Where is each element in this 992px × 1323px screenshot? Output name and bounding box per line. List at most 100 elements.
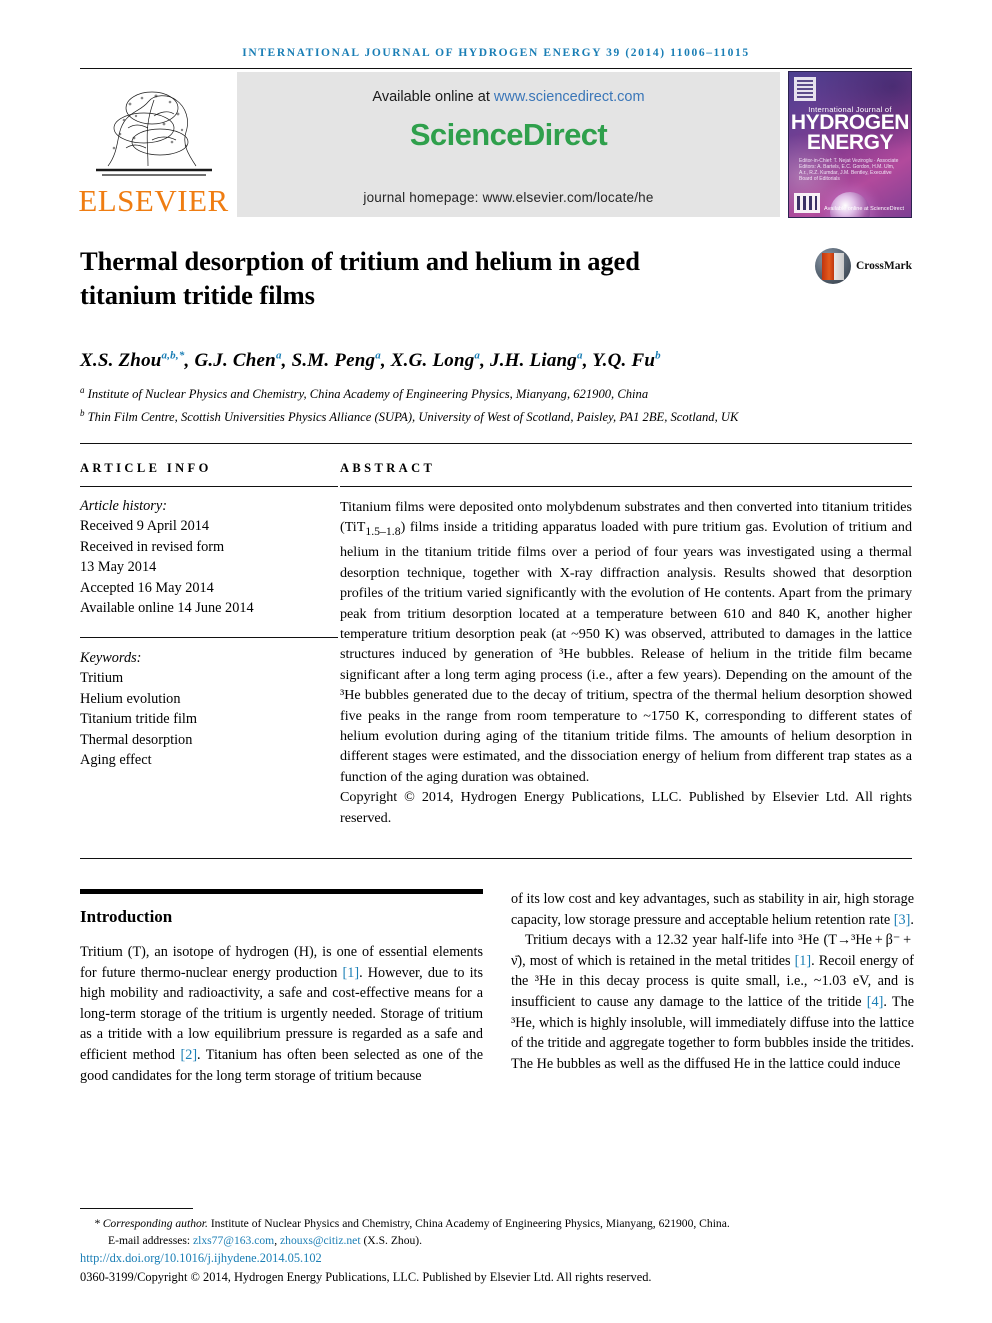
history-item: Received in revised form: [80, 538, 225, 555]
body-paragraph: of its low cost and key advantages, such…: [511, 889, 914, 930]
history-item: 13 May 2014: [80, 559, 157, 576]
cover-big-title: HYDROGEN ENERGY: [789, 111, 911, 154]
author-5: J.H. Lianga: [490, 350, 583, 372]
page-title: Thermal desorption of tritium and helium…: [80, 246, 640, 310]
available-online-text: Available online at www.sciencedirect.co…: [372, 89, 644, 105]
cover-footer: Available online at ScienceDirect: [794, 193, 906, 213]
keywords-block: Keywords: Tritium Helium evolution Titan…: [80, 638, 338, 771]
author-3-sup: a: [375, 350, 381, 362]
keyword-item: Titanium tritide film: [80, 711, 198, 728]
body-paragraph: Tritium (T), an isotope of hydrogen (H),…: [80, 942, 483, 1086]
abstract-heading: ABSTRACT: [340, 460, 436, 475]
sciencedirect-logo: ScienceDirect: [409, 117, 608, 152]
sciencedirect-link[interactable]: www.sciencedirect.com: [494, 89, 645, 105]
title-row: Thermal desorption of tritium and helium…: [80, 244, 912, 312]
doi-link[interactable]: http://dx.doi.org/10.1016/j.ijhydene.201…: [80, 1251, 912, 1266]
crossmark-icon: [814, 248, 851, 284]
issn-copyright-line: 0360-3199/Copyright © 2014, Hydrogen Ene…: [80, 1270, 652, 1284]
abstract-copyright: Copyright © 2014, Hydrogen Energy Public…: [340, 789, 912, 826]
cover-sciencedirect-mark: Available online at ScienceDirect: [824, 206, 904, 212]
introduction-text-left: Tritium (T), an isotope of hydrogen (H),…: [80, 942, 483, 1086]
email-link-1[interactable]: zlxs77@163.com: [193, 1234, 274, 1247]
affiliation-a-marker: a: [80, 385, 85, 396]
history-item: Accepted 16 May 2014: [80, 579, 214, 596]
keyword-item: Tritium: [80, 670, 124, 687]
affiliations: a Institute of Nuclear Physics and Chemi…: [80, 381, 912, 425]
history-item: Received 9 April 2014: [80, 518, 210, 535]
running-head: International Journal of Hydrogen Energy…: [242, 47, 750, 59]
affiliation-b-marker: b: [80, 407, 85, 418]
affiliation-a-text: Institute of Nuclear Physics and Chemist…: [87, 387, 649, 402]
introduction-text-right: of its low cost and key advantages, such…: [511, 889, 914, 1074]
sciencedirect-panel: Available online at www.sciencedirect.co…: [237, 72, 780, 217]
author-1: X.S. Zhoua,b,*: [80, 350, 185, 372]
email-label: E-mail addresses:: [108, 1233, 193, 1247]
citation-4[interactable]: [4]: [867, 994, 884, 1010]
page-footer: * Corresponding author. Institute of Nuc…: [80, 1208, 912, 1285]
history-item: Available online 14 June 2014: [80, 600, 254, 617]
author-4-sup: a: [474, 350, 481, 362]
article-info-heading: ARTICLE INFO: [80, 460, 212, 475]
corresponding-label: Corresponding author.: [102, 1217, 208, 1230]
corresponding-address: Institute of Nuclear Physics and Chemist…: [207, 1217, 730, 1230]
citation-1b[interactable]: [1]: [795, 953, 812, 969]
affiliation-b-text: Thin Film Centre, Scottish Universities …: [87, 409, 739, 424]
abstract-paragraph: Titanium films were deposited onto molyb…: [340, 497, 912, 788]
cover-title-line-2: ENERGY: [806, 131, 894, 154]
journal-cover-thumbnail: International Journal of HYDROGEN ENERGY…: [788, 71, 912, 218]
affiliation-b: b Thin Film Centre, Scottish Universitie…: [80, 404, 912, 426]
article-history: Article history: Received 9 April 2014 R…: [80, 487, 338, 619]
citation-3[interactable]: [3]: [894, 912, 911, 928]
author-list: X.S. Zhoua,b,*, G.J. Chena, S.M. Penga, …: [80, 350, 661, 372]
elsevier-wordmark: ELSEVIER: [78, 183, 229, 218]
crossmark-badge[interactable]: CrossMark: [814, 244, 912, 284]
abstract-bottom-rule: [80, 858, 912, 860]
cover-title-line-1: HYDROGEN: [790, 111, 910, 134]
abstract-body: Titanium films were deposited onto molyb…: [340, 487, 912, 828]
article-info-column: ARTICLE INFO Article history: Received 9…: [80, 461, 338, 828]
introduction-heading: Introduction: [80, 907, 173, 927]
right-text-a: of its low cost and key advantages, such…: [511, 891, 914, 928]
keyword-item: Helium evolution: [80, 690, 181, 707]
citation-1[interactable]: [1]: [343, 965, 360, 981]
author-3: S.M. Penga: [291, 350, 381, 372]
right-text-b: .: [910, 911, 914, 928]
corresponding-marker: *: [94, 1217, 100, 1230]
keyword-item: Thermal desorption: [80, 731, 193, 748]
cover-ihe-logo-icon: [794, 193, 820, 213]
abstract-subscript: 1.5–1.8: [365, 524, 401, 538]
paper-page: International Journal of Hydrogen Energy…: [0, 0, 992, 1323]
citation-2[interactable]: [2]: [181, 1047, 198, 1063]
cover-editors: Editor-in-Chief: T. Nejat Veziroglu · As…: [799, 158, 899, 182]
elsevier-logo: ELSEVIER: [78, 71, 229, 218]
article-history-label: Article history:: [80, 497, 167, 514]
body-column-right: of its low cost and key advantages, such…: [511, 889, 914, 1086]
available-online-prefix: Available online at: [372, 89, 494, 105]
corresponding-author-note: * Corresponding author. Institute of Nuc…: [80, 1216, 912, 1233]
author-2: G.J. Chena: [194, 350, 282, 372]
author-1-sup: a,b,*: [161, 350, 185, 362]
journal-homepage-text[interactable]: journal homepage: www.elsevier.com/locat…: [237, 190, 780, 205]
header-rule: [80, 68, 912, 69]
abstract-column: ABSTRACT Titanium films were deposited o…: [338, 461, 912, 828]
body-paragraph: Tritium decays with a 12.32 year half-li…: [511, 930, 914, 1074]
affiliation-a: a Institute of Nuclear Physics and Chemi…: [80, 381, 912, 403]
elsevier-tree-icon: [95, 91, 212, 176]
info-abstract-row: ARTICLE INFO Article history: Received 9…: [80, 461, 912, 828]
email-link-2[interactable]: zhouxs@citiz.net: [280, 1234, 361, 1247]
author-4: X.G. Longa: [390, 350, 481, 372]
keywords-label: Keywords:: [80, 649, 142, 666]
abstract-part-2: ) films inside a tritiding apparatus loa…: [340, 519, 912, 785]
author-6-sup: b: [655, 350, 661, 362]
journal-banner: ELSEVIER Available online at www.science…: [78, 71, 912, 218]
author-2-sup: a: [275, 350, 282, 362]
footnote-rule: [80, 1208, 193, 1209]
cover-elsevier-mark-icon: [794, 77, 816, 101]
keyword-item: Aging effect: [80, 752, 152, 769]
crossmark-label: CrossMark: [855, 260, 912, 272]
author-6: Y.Q. Fub: [592, 350, 661, 372]
introduction-rule: [80, 889, 483, 895]
email-line: E-mail addresses: zlxs77@163.com, zhouxs…: [80, 1233, 912, 1250]
body-columns: Introduction Tritium (T), an isotope of …: [80, 889, 914, 1086]
body-column-left: Introduction Tritium (T), an isotope of …: [80, 889, 483, 1086]
